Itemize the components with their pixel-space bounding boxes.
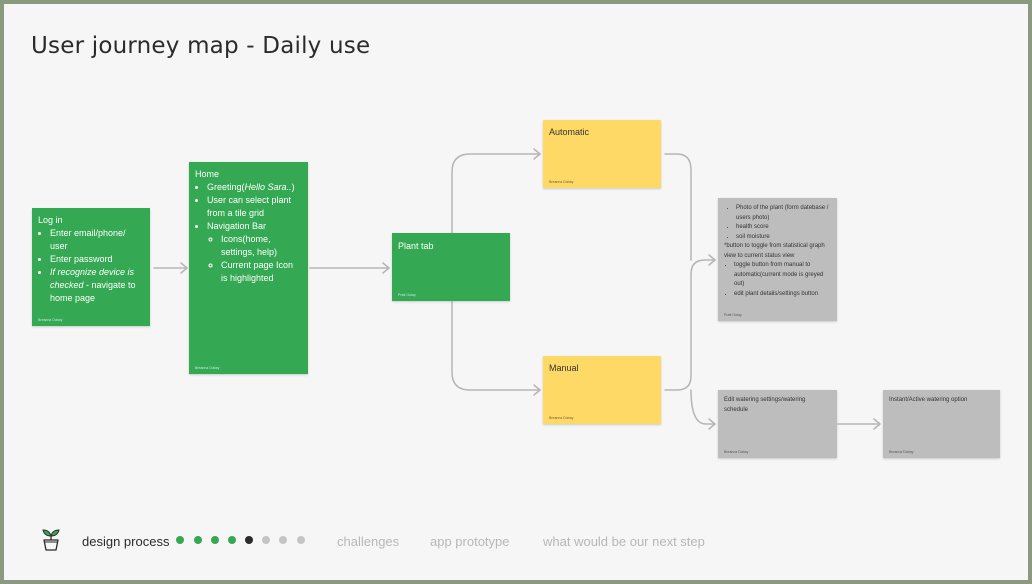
card-author: Breanna Dubay (889, 450, 914, 454)
card-author: Breanna Dubay (724, 450, 749, 454)
card-author: Breanna Dubay (38, 318, 63, 322)
card-author: Breanna Dubay (549, 180, 574, 184)
progress-dot[interactable] (194, 536, 202, 544)
arrow-manual-detail (664, 273, 692, 391)
card-author: Breanna Dubay (195, 366, 220, 370)
edit-watering-card: Edit watering settings/watering schedule… (718, 390, 837, 458)
greeting-italic: Hello Sara.. (244, 182, 292, 192)
slide-frame: User journey map - Daily use Log in • En… (4, 4, 1028, 580)
list-item: User can select plant from a tile grid (207, 194, 302, 220)
list-item: toggle button from manual to automatic(c… (734, 261, 831, 290)
instant-watering-card: Instant/Active watering option Breanna D… (883, 390, 1000, 458)
list-item: Enter password (50, 253, 144, 266)
detail-list-2: toggle button from manual to automatic(c… (724, 261, 831, 299)
list-item: Greeting(Hello Sara..) (207, 181, 302, 194)
list-item: Enter email/phone/ user (50, 227, 144, 253)
list-item: soil moisture (736, 233, 831, 243)
automatic-card: Automatic Breanna Dubay (543, 120, 661, 188)
list-item: Icons(home, settings, help) (221, 233, 302, 259)
arrow-automatic-detail (664, 153, 692, 261)
greeting-prefix: Greeting( (207, 182, 245, 192)
home-heading: Home (195, 169, 220, 179)
footer-nav: design process challenges app prototype … (4, 528, 1028, 558)
login-list: Enter email/phone/ user Enter password I… (38, 227, 144, 305)
edit-watering-text: Edit watering settings/watering schedule (724, 397, 806, 413)
progress-dot[interactable] (228, 536, 236, 544)
arrow-plant-automatic (451, 153, 541, 234)
progress-dot[interactable] (176, 536, 184, 544)
progress-dot-current[interactable] (245, 536, 253, 544)
list-item: health score (736, 223, 831, 233)
nav-link-challenges[interactable]: challenges (337, 534, 399, 549)
current-section-label: design process (82, 534, 170, 549)
flow-arrows (153, 148, 881, 430)
card-author: Pratt Gutay (724, 313, 742, 317)
progress-dot[interactable] (297, 536, 305, 544)
plant-tab-card: Plant tab Pratt Gutay (392, 233, 510, 301)
progress-dot[interactable] (279, 536, 287, 544)
plant-pot-icon (40, 528, 62, 557)
progress-dot[interactable] (262, 536, 270, 544)
nav-link-app-prototype[interactable]: app prototype (430, 534, 510, 549)
nav-bar-text: Navigation Bar (207, 221, 267, 231)
login-heading: Log in (38, 215, 63, 225)
arrow-plant-manual (451, 301, 541, 391)
detail-list: Photo of the plant (form datebase / user… (724, 204, 831, 242)
arrow-manual-edit (690, 389, 716, 425)
home-card: Home Greeting(Hello Sara..) User can sel… (189, 162, 308, 374)
automatic-heading: Automatic (549, 127, 590, 137)
plant-detail-card: Photo of the plant (form datebase / user… (718, 198, 837, 321)
nav-link-next-step[interactable]: what would be our next step (543, 534, 705, 549)
manual-heading: Manual (549, 363, 579, 373)
list-item: Current page Icon is highlighted (221, 259, 302, 285)
plant-tab-heading: Plant tab (398, 241, 434, 251)
home-sublist: Icons(home, settings, help) Current page… (207, 233, 302, 285)
detail-note: *button to toggle from statistical graph… (724, 243, 825, 259)
greeting-suffix: ) (291, 182, 295, 192)
list-item: Navigation Bar Icons(home, settings, hel… (207, 220, 302, 285)
card-author: Pratt Gutay (398, 293, 416, 297)
list-item: Photo of the plant (form datebase / user… (736, 204, 831, 223)
progress-dot[interactable] (211, 536, 219, 544)
login-card: Log in Enter email/phone/ user Enter pas… (32, 208, 150, 326)
list-item: If recognize device is checked - navigat… (50, 266, 144, 305)
list-item: edit plant details/settings button (734, 290, 831, 300)
instant-watering-text: Instant/Active watering option (889, 397, 968, 403)
home-list: Greeting(Hello Sara..) User can select p… (195, 181, 302, 285)
manual-card: Manual Breanna Dubay (543, 356, 661, 424)
card-author: Breanna Dubay (549, 416, 574, 420)
